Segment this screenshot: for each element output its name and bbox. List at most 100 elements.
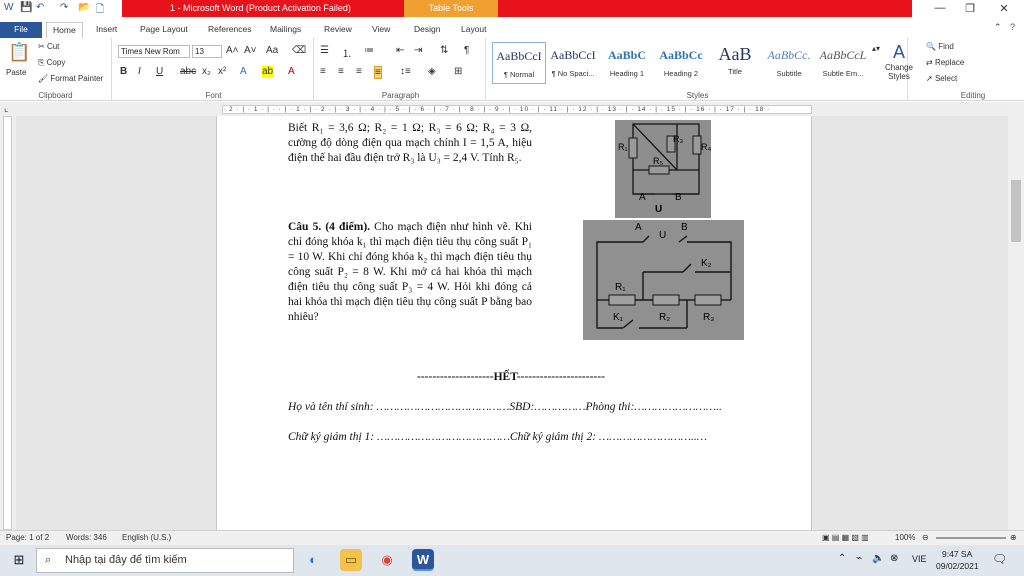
- find-button[interactable]: 🔍 Find: [926, 42, 954, 51]
- tab-page-layout[interactable]: Page Layout: [134, 22, 194, 38]
- select-button[interactable]: ➚ Select: [926, 74, 957, 83]
- edge-icon[interactable]: ◐: [302, 549, 324, 571]
- circuit-figure-1[interactable]: R₁ R₃ R₄ R₅ A U B: [615, 120, 711, 218]
- clear-format-icon[interactable]: ⌫: [292, 45, 306, 56]
- save-icon[interactable]: 💾: [20, 2, 32, 16]
- problem-4-text[interactable]: Biết R₁ = 3,6 Ω; R₂ = 1 Ω; R₃ = 6 Ω; R₄ …: [288, 121, 532, 166]
- change-styles-button[interactable]: A Change Styles: [880, 42, 918, 81]
- text-effects-icon[interactable]: A: [240, 66, 247, 77]
- zoom-in-icon[interactable]: ⊕: [1010, 533, 1017, 542]
- candidate-info-line[interactable]: Họ và tên thí sinh: …………………………………SBD:…………: [288, 400, 808, 415]
- ribbon-collapse-icon[interactable]: ⌃: [994, 22, 1002, 33]
- paste-icon[interactable]: 📋: [8, 42, 30, 63]
- underline-icon[interactable]: U: [156, 66, 163, 77]
- show-marks-icon[interactable]: ¶: [464, 45, 469, 56]
- format-painter-button[interactable]: 🖌 Format Painter: [38, 74, 103, 83]
- page-count[interactable]: Page: 1 of 2: [6, 533, 49, 542]
- styles-scroll-icon[interactable]: ▴▾: [872, 44, 880, 53]
- redo-icon[interactable]: ↷: [60, 2, 68, 16]
- zoom-level[interactable]: 100%: [895, 533, 915, 542]
- undo-icon[interactable]: ↶: [36, 2, 44, 16]
- vertical-ruler[interactable]: [0, 116, 16, 530]
- style-no-spacing[interactable]: AaBbCcI ¶ No Spaci...: [546, 42, 600, 84]
- paste-button[interactable]: Paste: [6, 68, 26, 77]
- replace-button[interactable]: ⇄ Replace: [926, 58, 964, 67]
- tab-selector-icon[interactable]: ⌞: [4, 103, 8, 114]
- word-count[interactable]: Words: 346: [66, 533, 107, 542]
- style-title[interactable]: AaB Title: [708, 42, 762, 84]
- superscript-icon[interactable]: x²: [218, 66, 226, 77]
- file-explorer-icon[interactable]: ▭: [340, 549, 362, 571]
- vertical-scrollbar[interactable]: [1008, 102, 1024, 530]
- bullets-icon[interactable]: ☰: [320, 45, 329, 56]
- subscript-icon[interactable]: x₂: [202, 66, 211, 77]
- zoom-slider[interactable]: [936, 537, 1006, 539]
- font-color-icon[interactable]: A: [288, 66, 295, 77]
- shrink-font-icon[interactable]: A˅: [244, 45, 257, 56]
- tab-layout[interactable]: Layout: [455, 22, 493, 38]
- style-heading-2[interactable]: AaBbCc Heading 2: [654, 42, 708, 84]
- language-tray[interactable]: VIE: [912, 554, 927, 564]
- notification-icon[interactable]: 🗨: [992, 552, 1007, 566]
- increase-indent-icon[interactable]: ⇥: [414, 45, 422, 56]
- tab-review[interactable]: Review: [318, 22, 358, 38]
- ime-icon[interactable]: ⊗: [890, 553, 898, 564]
- align-left-icon[interactable]: ≡: [320, 66, 326, 77]
- tab-references[interactable]: References: [202, 22, 257, 38]
- language-indicator[interactable]: English (U.S.): [122, 533, 171, 542]
- network-icon[interactable]: ⌁: [856, 553, 862, 564]
- style-normal[interactable]: AaBbCcI ¶ Normal: [492, 42, 546, 84]
- grow-font-icon[interactable]: A˄: [226, 45, 239, 56]
- style-subtle-emphasis[interactable]: AaBbCcL Subtle Em...: [816, 42, 870, 84]
- supervisor-signature-line[interactable]: Chữ ký giám thị 1: …………………………………Chữ ký g…: [288, 430, 808, 445]
- borders-icon[interactable]: ⊞: [454, 66, 462, 77]
- open-icon[interactable]: 📂: [78, 2, 90, 16]
- justify-icon[interactable]: ≡: [374, 66, 382, 79]
- style-subtitle[interactable]: AaBbCc. Subtitle: [762, 42, 816, 84]
- decrease-indent-icon[interactable]: ⇤: [396, 45, 404, 56]
- new-doc-icon[interactable]: 🗋: [96, 2, 104, 16]
- view-mode-icons[interactable]: ▣ ▤ ▦ ▧ ▥: [822, 533, 869, 542]
- volume-icon[interactable]: 🔈: [872, 553, 884, 564]
- copy-button[interactable]: ⎘ Copy: [38, 58, 65, 68]
- font-size-combo[interactable]: 13: [192, 45, 222, 58]
- tab-home[interactable]: Home: [46, 22, 83, 38]
- horizontal-ruler[interactable]: ⌞ · 2 · | · 1 · | · · | · 1 · | · 2 · | …: [0, 102, 1024, 116]
- tab-insert[interactable]: Insert: [90, 22, 123, 38]
- word-taskbar-icon[interactable]: W: [412, 549, 434, 571]
- change-case-icon[interactable]: Aa: [266, 45, 278, 56]
- font-name-combo[interactable]: Times New Rom: [118, 45, 190, 58]
- tab-view[interactable]: View: [366, 22, 396, 38]
- question-5[interactable]: Câu 5. (4 điểm). Cho mạch điện như hình …: [288, 220, 532, 325]
- circuit-figure-2[interactable]: A U B K₂ R₁ K₁ R₂ R₃: [583, 220, 744, 340]
- clock-date[interactable]: 09/02/2021: [936, 561, 979, 571]
- minimize-icon[interactable]: —: [930, 2, 950, 16]
- windows-start-icon[interactable]: ⊞: [8, 549, 30, 571]
- document-page[interactable]: Biết R₁ = 3,6 Ω; R₂ = 1 Ω; R₃ = 6 Ω; R₄ …: [216, 116, 812, 530]
- bold-icon[interactable]: B: [120, 66, 127, 77]
- taskbar-search-input[interactable]: ⌕ Nhập tại đây để tìm kiếm: [36, 548, 294, 573]
- close-icon[interactable]: ✕: [994, 2, 1014, 16]
- highlight-icon[interactable]: ab: [262, 66, 274, 77]
- multilevel-list-icon[interactable]: ≔: [364, 45, 374, 56]
- restore-icon[interactable]: ❐: [960, 2, 980, 16]
- line-spacing-icon[interactable]: ↕≡: [400, 66, 411, 77]
- align-right-icon[interactable]: ≡: [356, 66, 362, 77]
- cut-button[interactable]: ✂ Cut: [38, 42, 59, 51]
- align-center-icon[interactable]: ≡: [338, 66, 344, 77]
- tray-chevron-icon[interactable]: ⌃: [838, 553, 846, 564]
- strikethrough-icon[interactable]: abc: [180, 66, 196, 77]
- tab-mailings[interactable]: Mailings: [264, 22, 307, 38]
- zoom-out-icon[interactable]: ⊖: [922, 533, 929, 542]
- sort-icon[interactable]: ⇅: [440, 45, 448, 56]
- help-icon[interactable]: ?: [1010, 22, 1015, 32]
- style-heading-1[interactable]: AaBbC Heading 1: [600, 42, 654, 84]
- tab-file[interactable]: File: [0, 22, 42, 38]
- italic-icon[interactable]: I: [138, 66, 141, 77]
- clock-time[interactable]: 9:47 SA: [942, 549, 972, 559]
- tab-design[interactable]: Design: [408, 22, 446, 38]
- numbering-icon[interactable]: ⒈: [342, 45, 352, 60]
- chrome-icon[interactable]: ◉: [376, 549, 398, 571]
- shading-icon[interactable]: ◈: [428, 66, 436, 77]
- scrollbar-thumb[interactable]: [1011, 180, 1021, 242]
